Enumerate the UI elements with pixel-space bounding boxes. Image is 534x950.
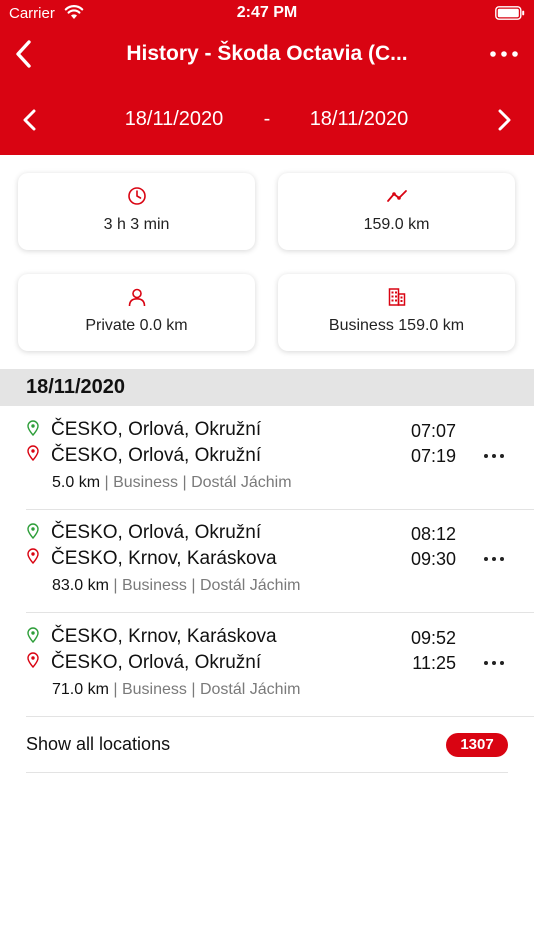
date-separator: - <box>263 108 271 130</box>
date-range-bar: 18/11/2020 - 18/11/2020 <box>0 96 534 144</box>
trip-type: Business <box>121 577 187 594</box>
date-from[interactable]: 18/11/2020 <box>114 108 234 131</box>
trip-type: Business <box>121 681 187 698</box>
previous-date-icon[interactable] <box>18 106 42 134</box>
trip-end-time: 11:25 <box>412 653 456 673</box>
trip-end-location: ČESKO, Orlová, Okružní <box>51 445 262 466</box>
business-value: Business 159.0 km <box>328 317 465 334</box>
trip-driver: Dostál Jáchim <box>191 474 292 491</box>
back-icon[interactable] <box>10 38 40 70</box>
nav-bar: History - Škoda Octavia (C... <box>0 30 534 78</box>
trip-end-time: 07:19 <box>410 446 456 466</box>
start-pin-icon <box>27 523 39 539</box>
trip-more-icon[interactable] <box>482 553 506 565</box>
trip-end-time: 09:30 <box>410 549 456 569</box>
battery-icon <box>495 6 525 20</box>
trip-start-location: ČESKO, Orlová, Okružní <box>51 522 262 543</box>
trip-distance: 83.0 km <box>52 577 109 594</box>
clock-icon <box>127 187 146 205</box>
private-value: Private 0.0 km <box>85 317 188 334</box>
end-pin-icon <box>27 445 39 461</box>
date-to[interactable]: 18/11/2020 <box>299 108 419 131</box>
trip-more-icon[interactable] <box>482 450 506 462</box>
status-time: 2:47 PM <box>236 4 298 21</box>
show-all-locations-label: Show all locations <box>26 734 171 754</box>
business-card: Business 159.0 km <box>278 274 515 351</box>
private-card: Private 0.0 km <box>18 274 255 351</box>
duration-card: 3 h 3 min <box>18 173 255 250</box>
more-icon[interactable] <box>488 44 520 64</box>
distance-card: 159.0 km <box>278 173 515 250</box>
next-date-icon[interactable] <box>492 106 516 134</box>
show-all-locations-row[interactable]: Show all locations 1307 <box>26 718 508 773</box>
trip-more-icon[interactable] <box>482 657 506 669</box>
trip-row[interactable]: ČESKO, Krnov, Karáskova 09:52 ČESKO, Orl… <box>26 613 534 717</box>
trip-distance: 5.0 km <box>52 474 101 491</box>
start-pin-icon <box>27 420 39 436</box>
page-title: History - Škoda Octavia (C... <box>126 42 408 65</box>
person-icon <box>128 288 145 307</box>
trip-driver: Dostál Jáchim <box>199 577 301 594</box>
trip-distance: 71.0 km <box>52 681 109 698</box>
duration-value: 3 h 3 min <box>103 216 170 233</box>
trip-start-time: 08:12 <box>410 524 456 544</box>
trip-meta: 83.0 km | Business | Dostál Jáchim <box>52 577 301 594</box>
trip-row[interactable]: ČESKO, Orlová, Okružní 07:07 ČESKO, Orlo… <box>26 406 534 510</box>
section-date: 18/11/2020 <box>26 376 125 398</box>
trip-type: Business <box>113 474 178 491</box>
trip-start-location: ČESKO, Krnov, Karáskova <box>51 626 277 647</box>
locations-count-badge: 1307 <box>446 733 508 757</box>
trip-start-location: ČESKO, Orlová, Okružní <box>51 419 262 440</box>
start-pin-icon <box>27 627 39 643</box>
distance-value: 159.0 km <box>363 216 430 233</box>
building-icon <box>388 288 405 306</box>
trip-end-location: ČESKO, Krnov, Karáskova <box>51 548 277 569</box>
section-header: 18/11/2020 <box>0 369 534 406</box>
end-pin-icon <box>27 652 39 668</box>
header: Carrier 2:47 PM History - Škoda Octavia … <box>0 0 534 155</box>
end-pin-icon <box>27 548 39 564</box>
route-icon <box>386 190 407 202</box>
trip-start-time: 09:52 <box>410 628 456 648</box>
trip-meta: 5.0 km | Business | Dostál Jáchim <box>52 474 292 491</box>
status-bar: Carrier 2:47 PM <box>0 0 534 28</box>
trip-row[interactable]: ČESKO, Orlová, Okružní 08:12 ČESKO, Krno… <box>26 509 534 613</box>
trip-start-time: 07:07 <box>410 421 456 441</box>
trip-meta: 71.0 km | Business | Dostál Jáchim <box>52 681 301 698</box>
trip-driver: Dostál Jáchim <box>199 681 301 698</box>
trip-end-location: ČESKO, Orlová, Okružní <box>51 652 262 673</box>
